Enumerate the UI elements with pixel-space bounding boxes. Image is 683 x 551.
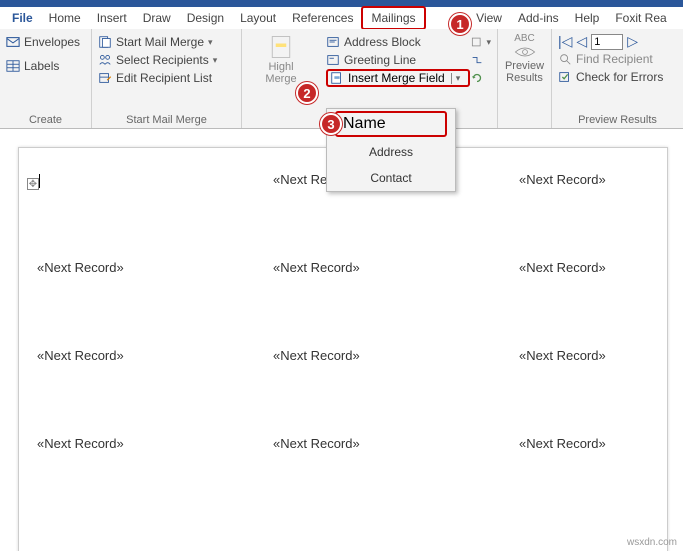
label-cell[interactable] (29, 168, 185, 256)
labels-table: «Next Record» «Next Record» «Next Record… (19, 168, 667, 520)
preview-label-1: Preview (505, 60, 544, 72)
dropdown-item-name[interactable]: Name (335, 111, 447, 137)
foxit-tab[interactable]: Foxit Rea (607, 8, 674, 28)
rules-icon (470, 35, 482, 49)
create-group-label: Create (6, 112, 85, 126)
label-cell[interactable]: «Next Record» (511, 168, 667, 256)
greeting-line-label: Greeting Line (344, 53, 416, 67)
label-cell[interactable]: «Next Record» (265, 344, 421, 432)
insert-merge-field-dropdown: Name Address Contact (326, 108, 456, 192)
start-mail-merge-label: Start Mail Merge (116, 35, 204, 49)
chevron-down-icon: ▾ (213, 55, 218, 66)
tutorial-marker-2: 2 (296, 82, 318, 104)
rules-button[interactable]: ▾ (470, 33, 491, 51)
preview-results-group-label: Preview Results (558, 112, 677, 126)
watermark: wsxdn.com (627, 537, 677, 548)
label-cell[interactable]: «Next Record» (265, 432, 421, 520)
dropdown-item-address[interactable]: Address (327, 139, 455, 165)
highlight-icon (267, 33, 295, 61)
table-row: «Next Record» «Next Record» «Next Record… (19, 432, 667, 520)
check-errors-icon (558, 70, 572, 84)
mailings-tab[interactable]: Mailings (361, 6, 425, 30)
file-tab[interactable]: File (4, 8, 41, 28)
insert-merge-field-button[interactable]: Insert Merge Field ▾ (326, 69, 470, 87)
greeting-line-icon (326, 53, 340, 67)
insert-tab[interactable]: Insert (89, 8, 135, 28)
tutorial-marker-1: 1 (449, 13, 471, 35)
start-mail-merge-icon (98, 35, 112, 49)
label-cell[interactable]: «Next Record» (265, 256, 421, 344)
update-labels-button[interactable] (470, 69, 491, 87)
design-tab[interactable]: Design (179, 8, 232, 28)
menu-bar: File Home Insert Draw Design Layout Refe… (0, 7, 683, 29)
find-recipient-label: Find Recipient (576, 52, 653, 66)
highlight-label-2: Merge (265, 73, 296, 85)
label-cell[interactable]: «Next Record» (29, 256, 185, 344)
label-cell[interactable]: «Next Record» (29, 344, 185, 432)
document-area: ✥ «Next Record» «Next Record» «Next Reco… (0, 129, 683, 551)
table-row: «Next Record» «Next Record» «Next Record… (19, 344, 667, 432)
highlight-label-1: Highl (268, 61, 293, 73)
draw-tab[interactable]: Draw (135, 8, 179, 28)
preview-results-button[interactable]: ABC Preview Results (504, 33, 545, 84)
labels-label: Labels (24, 59, 59, 73)
record-navigation: |◁ ◁ ▷ (558, 33, 677, 50)
match-fields-icon (470, 53, 484, 67)
edit-recipient-label: Edit Recipient List (116, 71, 212, 85)
start-mail-merge-button[interactable]: Start Mail Merge ▾ (98, 33, 235, 51)
envelope-icon (6, 35, 20, 49)
envelopes-button[interactable]: Envelopes (6, 33, 85, 51)
chevron-down-icon[interactable]: ▾ (451, 73, 461, 84)
abc-label: ABC (514, 33, 535, 44)
window-titlebar (0, 0, 683, 7)
address-block-icon (326, 35, 340, 49)
label-cell[interactable]: «Next Record» (511, 344, 667, 432)
dropdown-item-contact[interactable]: Contact (327, 165, 455, 191)
select-recipients-icon (98, 53, 112, 67)
next-record-button[interactable]: ▷ (627, 33, 638, 50)
insert-merge-field-icon (330, 71, 344, 85)
label-cell[interactable]: «Next Record» (29, 432, 185, 520)
table-anchor-icon[interactable]: ✥ (27, 178, 39, 190)
greeting-line-button[interactable]: Greeting Line (326, 51, 470, 69)
label-cell[interactable]: «Next Record» (511, 432, 667, 520)
tutorial-marker-3: 3 (320, 113, 342, 135)
help-tab[interactable]: Help (567, 8, 608, 28)
edit-recipient-list-button[interactable]: Edit Recipient List (98, 69, 235, 87)
home-tab[interactable]: Home (41, 8, 89, 28)
labels-button[interactable]: Labels (6, 57, 85, 75)
start-mail-merge-group-label: Start Mail Merge (98, 112, 235, 126)
prev-record-button[interactable]: ◁ (576, 33, 587, 50)
chevron-down-icon: ▾ (208, 37, 213, 48)
labels-icon (6, 59, 20, 73)
address-block-label: Address Block (344, 35, 421, 49)
find-recipient-icon (558, 52, 572, 66)
edit-recipient-icon (98, 71, 112, 85)
envelopes-label: Envelopes (24, 35, 80, 49)
document-page[interactable]: ✥ «Next Record» «Next Record» «Next Reco… (18, 147, 668, 551)
references-tab[interactable]: References (284, 8, 361, 28)
preview-icon (510, 44, 540, 60)
addins-tab[interactable]: Add-ins (510, 8, 567, 28)
insert-merge-field-label: Insert Merge Field (348, 71, 445, 85)
first-record-button[interactable]: |◁ (558, 33, 572, 50)
highlight-merge-fields-button: Highl Merge (248, 33, 314, 85)
find-recipient-button[interactable]: Find Recipient (558, 50, 677, 68)
text-cursor (39, 174, 40, 188)
record-number-input[interactable] (591, 34, 623, 50)
check-errors-label: Check for Errors (576, 70, 663, 84)
address-block-button[interactable]: Address Block (326, 33, 470, 51)
preview-label-2: Results (506, 72, 543, 84)
table-row: «Next Record» «Next Record» «Next Record… (19, 256, 667, 344)
update-labels-icon (470, 71, 484, 85)
label-cell[interactable]: «Next Record» (511, 256, 667, 344)
layout-tab[interactable]: Layout (232, 8, 284, 28)
view-tab[interactable]: View (468, 8, 510, 28)
select-recipients-button[interactable]: Select Recipients ▾ (98, 51, 235, 69)
match-fields-button[interactable] (470, 51, 491, 69)
check-for-errors-button[interactable]: Check for Errors (558, 68, 677, 86)
select-recipients-label: Select Recipients (116, 53, 209, 67)
